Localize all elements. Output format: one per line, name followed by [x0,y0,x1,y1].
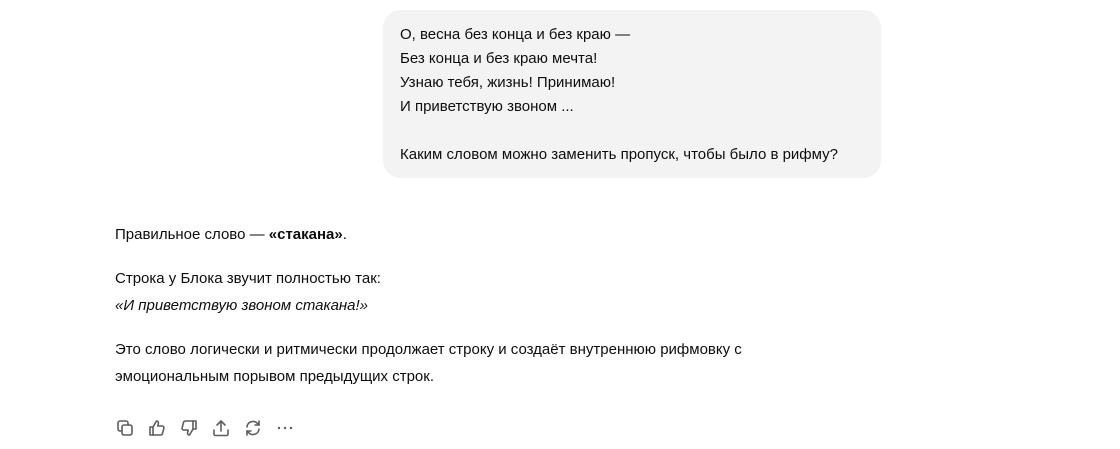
regenerate-button[interactable] [242,417,264,439]
share-button[interactable] [210,417,232,439]
more-button[interactable] [274,417,296,439]
answer-paragraph: Правильное слово — «стакана». [115,221,835,248]
share-icon [213,420,229,437]
explanation-paragraph: Это слово логически и ритмически продолж… [115,336,835,390]
user-message-line: И приветствую звоном ... [400,98,574,115]
answer-prefix: Правильное слово — [115,226,269,243]
explanation-line: Это слово логически и ритмически продолж… [115,341,742,358]
thumbs-up-button[interactable] [146,417,168,439]
answer-suffix: . [342,226,347,243]
more-icon [277,426,293,430]
quote-paragraph: Строка у Блока звучит полностью так: «И … [115,265,835,319]
user-message-line: Узнаю тебя, жизнь! Принимаю! [400,74,616,91]
thumbs-down-button[interactable] [178,417,200,439]
answer-word: «стакана» [268,226,343,243]
thumbs-down-icon [181,420,197,436]
user-message-line [400,119,865,143]
thumbs-up-icon [149,420,165,436]
regenerate-icon [246,420,260,436]
assistant-message: Правильное слово — «стакана». Строка у Б… [115,221,835,390]
copy-icon [117,420,133,436]
quote-text: «И приветствую звоном стакана!» [115,297,369,314]
message-actions [114,417,306,439]
user-message-line: О, весна без конца и без краю — [400,26,631,43]
quote-intro: Строка у Блока звучит полностью так: [115,270,381,287]
user-message-line: Каким словом можно заменить пропуск, что… [400,146,838,163]
copy-button[interactable] [114,417,136,439]
user-message-bubble: О, весна без конца и без краю — Без конц… [383,10,881,178]
explanation-line: эмоциональным порывом предыдущих строк. [115,368,435,385]
user-message-line: Без конца и без краю мечта! [400,50,598,67]
